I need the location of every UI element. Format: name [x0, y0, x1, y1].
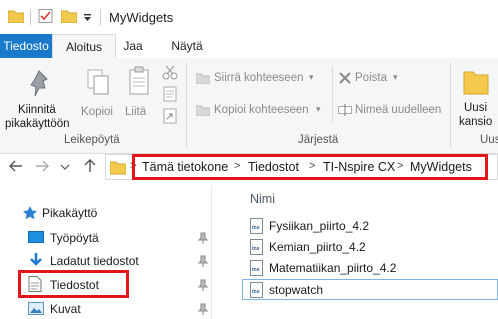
quick-access-label: Pikakäyttö [42, 206, 98, 220]
folder-icon [463, 66, 489, 96]
ribbon: Kiinnitä pikakäyttöön Kopioi Liitä Leike… [0, 58, 498, 154]
forward-arrow-icon[interactable] [34, 158, 50, 174]
nav-item-pictures[interactable]: Kuvat [28, 300, 209, 318]
pin-icon[interactable] [197, 303, 209, 315]
copy-to-icon [195, 104, 211, 117]
file-item[interactable]: tns stopwatch [250, 282, 490, 300]
rename-button[interactable]: Nimeä uudelleen [338, 102, 448, 120]
pin-label-line1: Kiinnitä [18, 104, 56, 116]
pin-quick-access-button[interactable]: Kiinnitä pikakäyttöön [4, 64, 76, 130]
desktop-label: Työpöytä [50, 231, 99, 245]
chevron-down-icon: ▾ [393, 72, 398, 82]
column-header-name[interactable]: Nimi [250, 192, 275, 206]
move-to-icon [195, 72, 211, 85]
file-name: Kemian_piirto_4.2 [269, 240, 366, 254]
tab-view[interactable]: Näytä [160, 34, 214, 58]
pin-icon[interactable] [197, 279, 209, 291]
file-name: stopwatch [269, 283, 324, 297]
chevron-down-icon: ▾ [309, 72, 314, 82]
tns-file-icon: tns [250, 239, 263, 255]
copy-label: Kopioi [81, 106, 113, 118]
pin-icon [26, 68, 52, 98]
folder-icon [7, 9, 25, 24]
delete-label: Poista [355, 72, 387, 84]
tns-file-icon: tns [250, 260, 263, 276]
separator [100, 9, 101, 25]
documents-highlight-box [18, 270, 129, 298]
pin-icon[interactable] [197, 255, 209, 267]
copy-path-icon[interactable] [162, 86, 178, 102]
move-to-label: Siirrä kohteeseen [214, 72, 304, 84]
pane-divider[interactable] [211, 186, 212, 319]
tab-share[interactable]: Jaa [116, 34, 150, 58]
move-to-button[interactable]: Siirrä kohteeseen ▾ [194, 70, 320, 88]
delete-button[interactable]: Poista ▾ [338, 70, 410, 88]
folder-icon [109, 159, 127, 175]
pin-label-line2: pikakäyttöön [5, 118, 70, 130]
paste-button[interactable]: Liitä [122, 64, 156, 130]
tns-file-icon: tns [250, 282, 263, 298]
nav-item-downloads[interactable]: Ladatut tiedostot [28, 252, 209, 270]
new-group-label: Uus [480, 134, 498, 146]
organize-group-label: Järjestä [298, 134, 339, 146]
file-item[interactable]: tns Kemian_piirto_4.2 [250, 239, 490, 257]
tns-icon-text: tns [252, 289, 260, 295]
new-folder-label-line1: Uusi [464, 102, 488, 114]
window-title: MyWidgets [109, 10, 174, 25]
download-arrow-icon [28, 252, 44, 268]
recent-locations-icon[interactable] [60, 161, 70, 171]
file-item[interactable]: tns Fysiikan_piirto_4.2 [250, 218, 490, 236]
chevron-down-icon: ▾ [316, 104, 321, 114]
copy-icon [86, 68, 110, 98]
address-highlight-box [132, 154, 488, 180]
pictures-icon [28, 302, 44, 316]
paste-label: Liitä [125, 106, 147, 118]
paste-icon [128, 66, 152, 98]
file-name: Fysiikan_piirto_4.2 [269, 219, 370, 233]
file-name: Matematiikan_piirto_4.2 [269, 261, 397, 275]
back-arrow-icon[interactable] [8, 158, 24, 174]
customize-toolbar-icon[interactable] [83, 12, 93, 22]
clipboard-group-label: Leikepöytä [64, 134, 120, 146]
pictures-label: Kuvat [50, 302, 81, 316]
nav-item-quick-access[interactable]: Pikakäyttö [20, 204, 170, 222]
new-folder-icon[interactable] [60, 9, 78, 24]
group-separator [450, 62, 451, 148]
tab-home[interactable]: Aloitus [52, 34, 116, 58]
copy-to-button[interactable]: Kopioi kohteeseen ▾ [194, 102, 330, 120]
new-folder-button[interactable]: Uusi kansio [455, 64, 498, 130]
title-bar: MyWidgets [0, 0, 498, 34]
separator [30, 9, 31, 25]
nav-item-desktop[interactable]: Työpöytä [28, 229, 209, 247]
delete-icon [338, 71, 352, 85]
properties-icon[interactable] [38, 9, 54, 23]
copy-to-label: Kopioi kohteeseen [214, 104, 309, 116]
ribbon-tabs: Tiedosto Aloitus Jaa Näytä [0, 34, 498, 59]
tns-icon-text: tns [252, 246, 260, 252]
tns-icon-text: tns [252, 225, 260, 231]
tns-icon-text: tns [252, 267, 260, 273]
up-arrow-icon[interactable] [82, 158, 98, 174]
group-separator [186, 62, 187, 148]
desktop-icon [28, 231, 44, 245]
cut-icon[interactable] [162, 64, 178, 80]
downloads-label: Ladatut tiedostot [50, 254, 139, 268]
tns-file-icon: tns [250, 218, 263, 234]
separator [332, 66, 333, 122]
paste-shortcut-icon[interactable] [162, 108, 178, 124]
tab-file[interactable]: Tiedosto [0, 34, 52, 58]
rename-icon [338, 104, 352, 116]
rename-label: Nimeä uudelleen [355, 104, 442, 116]
star-icon [22, 205, 38, 221]
file-item[interactable]: tns Matematiikan_piirto_4.2 [250, 260, 490, 278]
new-folder-label-line2: kansio [459, 116, 493, 128]
pin-icon[interactable] [197, 232, 209, 244]
copy-button[interactable]: Kopioi [78, 64, 116, 130]
